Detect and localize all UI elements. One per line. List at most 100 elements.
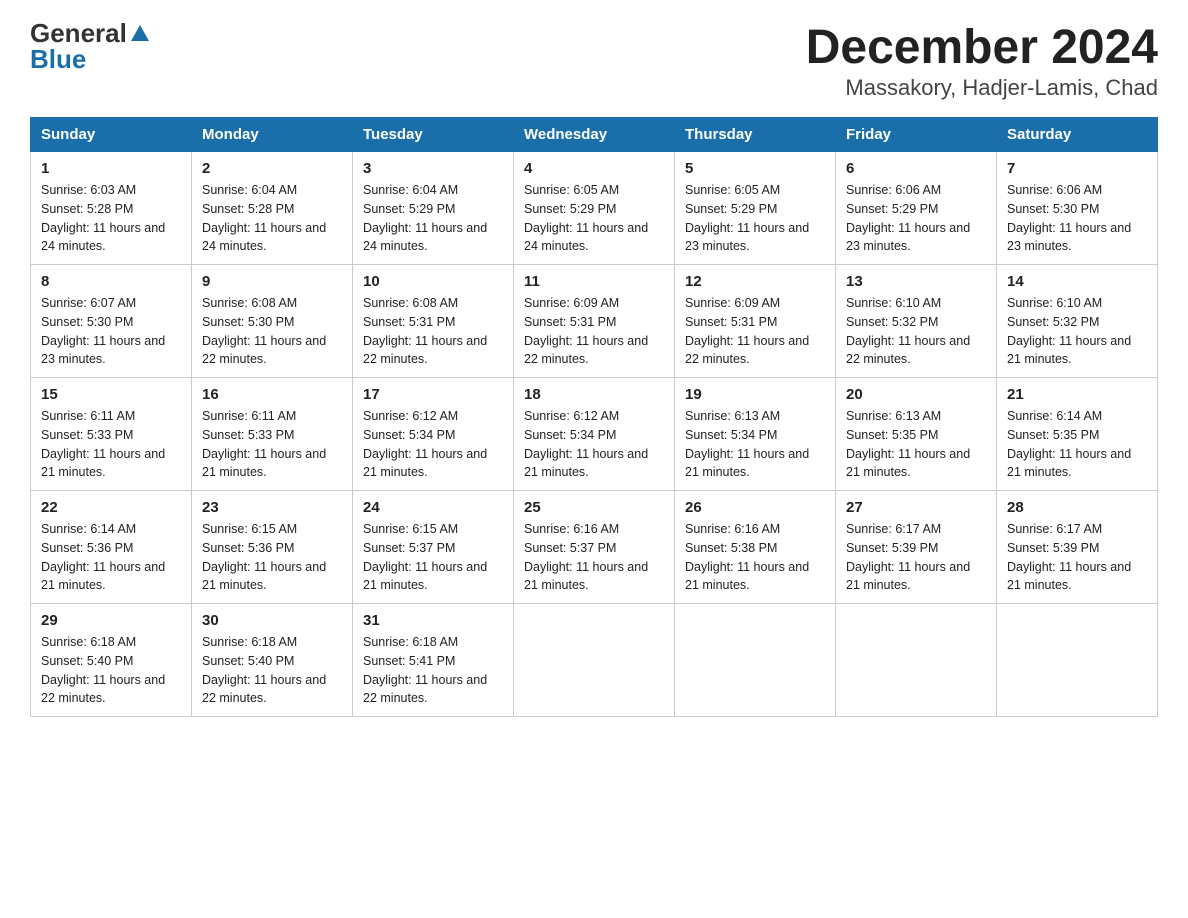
day-number: 2 — [202, 160, 342, 177]
calendar-table: SundayMondayTuesdayWednesdayThursdayFrid… — [30, 117, 1158, 717]
day-number: 31 — [363, 612, 503, 629]
day-info: Sunrise: 6:18 AMSunset: 5:41 PMDaylight:… — [363, 633, 503, 708]
day-number: 28 — [1007, 499, 1147, 516]
logo-general-text: General — [30, 20, 127, 46]
day-number: 16 — [202, 386, 342, 403]
calendar-cell — [836, 604, 997, 717]
day-info: Sunrise: 6:10 AMSunset: 5:32 PMDaylight:… — [846, 294, 986, 369]
day-info: Sunrise: 6:11 AMSunset: 5:33 PMDaylight:… — [202, 407, 342, 482]
day-info: Sunrise: 6:09 AMSunset: 5:31 PMDaylight:… — [685, 294, 825, 369]
calendar-cell — [675, 604, 836, 717]
day-number: 9 — [202, 273, 342, 290]
day-number: 25 — [524, 499, 664, 516]
day-info: Sunrise: 6:11 AMSunset: 5:33 PMDaylight:… — [41, 407, 181, 482]
calendar-cell — [997, 604, 1158, 717]
calendar-cell: 30 Sunrise: 6:18 AMSunset: 5:40 PMDaylig… — [192, 604, 353, 717]
header-thursday: Thursday — [675, 118, 836, 152]
calendar-cell: 10 Sunrise: 6:08 AMSunset: 5:31 PMDaylig… — [353, 265, 514, 378]
day-info: Sunrise: 6:17 AMSunset: 5:39 PMDaylight:… — [1007, 520, 1147, 595]
day-info: Sunrise: 6:13 AMSunset: 5:34 PMDaylight:… — [685, 407, 825, 482]
calendar-cell: 1 Sunrise: 6:03 AMSunset: 5:28 PMDayligh… — [31, 152, 192, 265]
day-number: 20 — [846, 386, 986, 403]
calendar-cell: 11 Sunrise: 6:09 AMSunset: 5:31 PMDaylig… — [514, 265, 675, 378]
day-number: 29 — [41, 612, 181, 629]
day-number: 18 — [524, 386, 664, 403]
day-info: Sunrise: 6:06 AMSunset: 5:29 PMDaylight:… — [846, 181, 986, 256]
calendar-cell: 4 Sunrise: 6:05 AMSunset: 5:29 PMDayligh… — [514, 152, 675, 265]
header-wednesday: Wednesday — [514, 118, 675, 152]
calendar-cell: 15 Sunrise: 6:11 AMSunset: 5:33 PMDaylig… — [31, 378, 192, 491]
calendar-cell: 3 Sunrise: 6:04 AMSunset: 5:29 PMDayligh… — [353, 152, 514, 265]
title-block: December 2024 Massakory, Hadjer-Lamis, C… — [806, 20, 1158, 101]
day-info: Sunrise: 6:12 AMSunset: 5:34 PMDaylight:… — [524, 407, 664, 482]
calendar-cell: 9 Sunrise: 6:08 AMSunset: 5:30 PMDayligh… — [192, 265, 353, 378]
page-title: December 2024 — [806, 20, 1158, 75]
day-info: Sunrise: 6:04 AMSunset: 5:29 PMDaylight:… — [363, 181, 503, 256]
calendar-cell: 13 Sunrise: 6:10 AMSunset: 5:32 PMDaylig… — [836, 265, 997, 378]
day-number: 13 — [846, 273, 986, 290]
day-number: 12 — [685, 273, 825, 290]
day-info: Sunrise: 6:18 AMSunset: 5:40 PMDaylight:… — [202, 633, 342, 708]
day-info: Sunrise: 6:15 AMSunset: 5:37 PMDaylight:… — [363, 520, 503, 595]
day-info: Sunrise: 6:10 AMSunset: 5:32 PMDaylight:… — [1007, 294, 1147, 369]
day-number: 30 — [202, 612, 342, 629]
day-info: Sunrise: 6:13 AMSunset: 5:35 PMDaylight:… — [846, 407, 986, 482]
calendar-cell: 23 Sunrise: 6:15 AMSunset: 5:36 PMDaylig… — [192, 491, 353, 604]
day-number: 10 — [363, 273, 503, 290]
day-number: 4 — [524, 160, 664, 177]
logo-blue-text: Blue — [30, 46, 86, 72]
calendar-cell: 18 Sunrise: 6:12 AMSunset: 5:34 PMDaylig… — [514, 378, 675, 491]
calendar-cell: 29 Sunrise: 6:18 AMSunset: 5:40 PMDaylig… — [31, 604, 192, 717]
calendar-cell: 6 Sunrise: 6:06 AMSunset: 5:29 PMDayligh… — [836, 152, 997, 265]
day-number: 15 — [41, 386, 181, 403]
day-number: 24 — [363, 499, 503, 516]
day-number: 26 — [685, 499, 825, 516]
header-row: SundayMondayTuesdayWednesdayThursdayFrid… — [31, 118, 1158, 152]
day-number: 21 — [1007, 386, 1147, 403]
calendar-cell: 14 Sunrise: 6:10 AMSunset: 5:32 PMDaylig… — [997, 265, 1158, 378]
day-info: Sunrise: 6:16 AMSunset: 5:38 PMDaylight:… — [685, 520, 825, 595]
header-tuesday: Tuesday — [353, 118, 514, 152]
day-number: 14 — [1007, 273, 1147, 290]
week-row-2: 8 Sunrise: 6:07 AMSunset: 5:30 PMDayligh… — [31, 265, 1158, 378]
day-info: Sunrise: 6:15 AMSunset: 5:36 PMDaylight:… — [202, 520, 342, 595]
header-friday: Friday — [836, 118, 997, 152]
calendar-cell: 8 Sunrise: 6:07 AMSunset: 5:30 PMDayligh… — [31, 265, 192, 378]
day-info: Sunrise: 6:05 AMSunset: 5:29 PMDaylight:… — [524, 181, 664, 256]
day-number: 7 — [1007, 160, 1147, 177]
day-number: 17 — [363, 386, 503, 403]
calendar-cell: 22 Sunrise: 6:14 AMSunset: 5:36 PMDaylig… — [31, 491, 192, 604]
calendar-cell: 20 Sunrise: 6:13 AMSunset: 5:35 PMDaylig… — [836, 378, 997, 491]
calendar-cell: 28 Sunrise: 6:17 AMSunset: 5:39 PMDaylig… — [997, 491, 1158, 604]
header-saturday: Saturday — [997, 118, 1158, 152]
day-info: Sunrise: 6:07 AMSunset: 5:30 PMDaylight:… — [41, 294, 181, 369]
page-header: General Blue December 2024 Massakory, Ha… — [30, 20, 1158, 101]
day-info: Sunrise: 6:08 AMSunset: 5:30 PMDaylight:… — [202, 294, 342, 369]
page-subtitle: Massakory, Hadjer-Lamis, Chad — [806, 75, 1158, 101]
day-info: Sunrise: 6:05 AMSunset: 5:29 PMDaylight:… — [685, 181, 825, 256]
calendar-cell: 21 Sunrise: 6:14 AMSunset: 5:35 PMDaylig… — [997, 378, 1158, 491]
day-info: Sunrise: 6:08 AMSunset: 5:31 PMDaylight:… — [363, 294, 503, 369]
calendar-cell: 19 Sunrise: 6:13 AMSunset: 5:34 PMDaylig… — [675, 378, 836, 491]
calendar-cell: 24 Sunrise: 6:15 AMSunset: 5:37 PMDaylig… — [353, 491, 514, 604]
day-number: 8 — [41, 273, 181, 290]
day-info: Sunrise: 6:16 AMSunset: 5:37 PMDaylight:… — [524, 520, 664, 595]
week-row-3: 15 Sunrise: 6:11 AMSunset: 5:33 PMDaylig… — [31, 378, 1158, 491]
day-info: Sunrise: 6:18 AMSunset: 5:40 PMDaylight:… — [41, 633, 181, 708]
day-info: Sunrise: 6:06 AMSunset: 5:30 PMDaylight:… — [1007, 181, 1147, 256]
day-info: Sunrise: 6:17 AMSunset: 5:39 PMDaylight:… — [846, 520, 986, 595]
calendar-cell: 27 Sunrise: 6:17 AMSunset: 5:39 PMDaylig… — [836, 491, 997, 604]
day-number: 1 — [41, 160, 181, 177]
calendar-cell: 5 Sunrise: 6:05 AMSunset: 5:29 PMDayligh… — [675, 152, 836, 265]
day-number: 3 — [363, 160, 503, 177]
week-row-1: 1 Sunrise: 6:03 AMSunset: 5:28 PMDayligh… — [31, 152, 1158, 265]
day-number: 23 — [202, 499, 342, 516]
week-row-4: 22 Sunrise: 6:14 AMSunset: 5:36 PMDaylig… — [31, 491, 1158, 604]
week-row-5: 29 Sunrise: 6:18 AMSunset: 5:40 PMDaylig… — [31, 604, 1158, 717]
day-number: 19 — [685, 386, 825, 403]
day-info: Sunrise: 6:04 AMSunset: 5:28 PMDaylight:… — [202, 181, 342, 256]
calendar-cell: 31 Sunrise: 6:18 AMSunset: 5:41 PMDaylig… — [353, 604, 514, 717]
day-number: 22 — [41, 499, 181, 516]
header-sunday: Sunday — [31, 118, 192, 152]
day-number: 27 — [846, 499, 986, 516]
